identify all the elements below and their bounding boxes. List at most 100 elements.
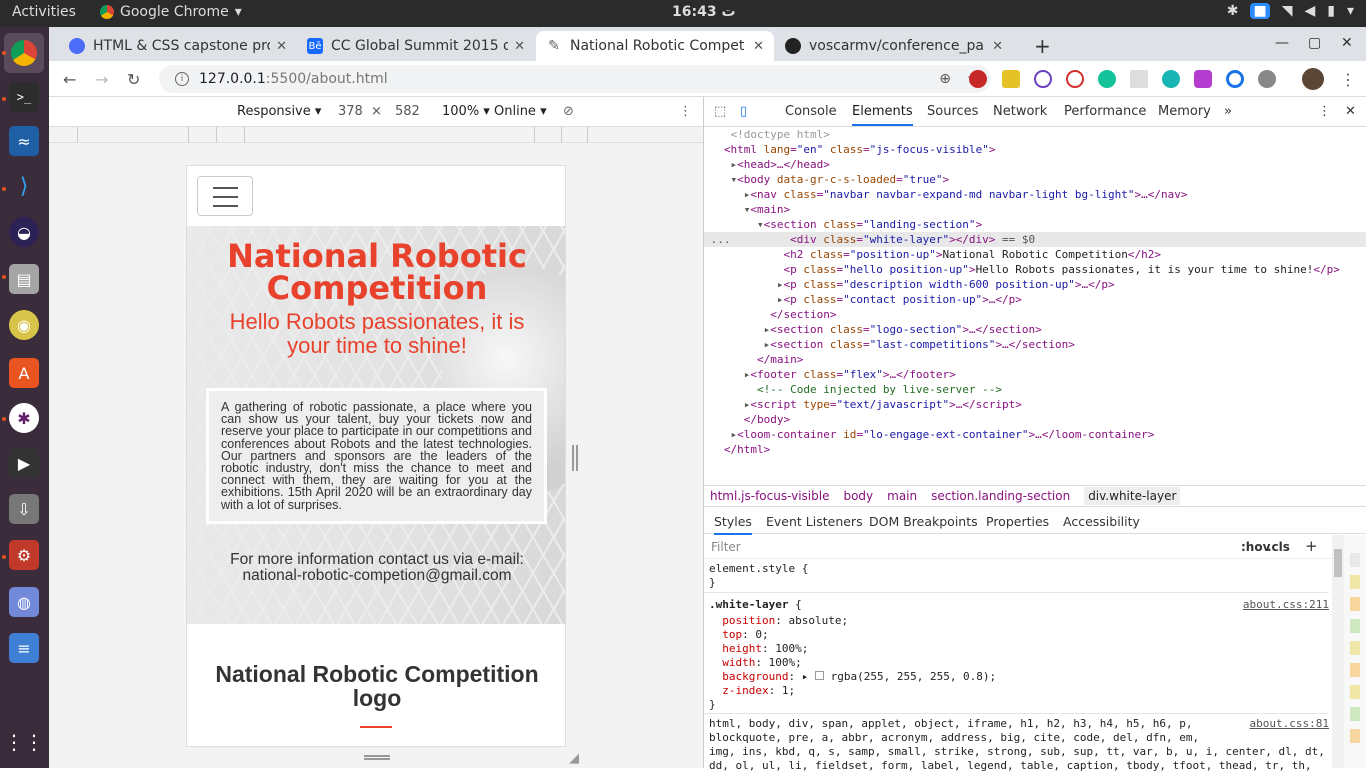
dom-node[interactable]: ▸<p class="contact position-up">…</p> [704,292,1366,307]
breadcrumb-item[interactable]: body [843,489,873,503]
close-icon[interactable]: ✕ [276,39,287,54]
styles-pane[interactable]: element.style { } .white-layer { about.c… [704,560,1329,772]
dom-node[interactable]: ▸<p class="description width-600 positio… [704,277,1366,292]
cls-toggle[interactable]: .cls [1267,540,1290,554]
chrome-menu-icon[interactable]: ⋮ [1340,70,1356,89]
css-source-link[interactable]: about.css:211 [1243,598,1329,612]
settings-tool-icon[interactable]: ⚙ [9,540,39,570]
dom-node[interactable]: ▾<main> [704,202,1366,217]
extension-grid-icon[interactable] [1130,70,1148,88]
dom-node[interactable]: ▸<section class="logo-section">…</sectio… [704,322,1366,337]
dom-node[interactable]: </main> [704,352,1366,367]
network-throttle-select[interactable]: Online ▾ [494,104,547,119]
tab-elements[interactable]: Elements [852,104,913,126]
chrome-dock-icon[interactable] [4,33,44,73]
close-devtools-icon[interactable]: ✕ [1345,104,1356,119]
extension-c-icon[interactable] [1226,70,1244,88]
lastpass-icon[interactable] [1066,70,1084,88]
tab-memory[interactable]: Memory [1158,104,1211,119]
slack-tray-icon[interactable]: ✱ [1227,3,1239,19]
files-icon[interactable]: ▤ [9,264,39,294]
avatar[interactable] [1302,68,1324,90]
navbar-toggler-button[interactable] [197,176,253,216]
more-tabs-icon[interactable]: » [1224,104,1232,119]
text-editor-icon[interactable]: ≡ [9,633,39,663]
tab-accessibility[interactable]: Accessibility [1063,514,1140,529]
eclipse-icon[interactable]: ◒ [9,217,39,247]
wireshark-icon[interactable]: ≈ [9,126,39,156]
vscode-icon[interactable]: ⟩ [9,171,39,201]
extension-m-icon[interactable] [1162,70,1180,88]
zoom-select[interactable]: 100% ▾ [442,104,490,119]
zoom-icon[interactable]: ■ [1250,3,1270,19]
breadcrumb-item-current[interactable]: div.white-layer [1084,487,1181,505]
minimize-icon[interactable]: — [1275,35,1289,51]
hov-toggle[interactable]: :hov [1241,540,1270,554]
dom-node[interactable]: <!-- Code injected by live-server --> [704,382,1366,397]
tab-national-robotic[interactable]: ✎ National Robotic Compet ✕ [536,31,774,61]
dom-node[interactable]: <html lang="en" class="js-focus-visible"… [704,142,1366,157]
dom-node[interactable]: </body> [704,412,1366,427]
dom-node[interactable]: ▸<section class="last-competitions">…</s… [704,337,1366,352]
devtools-menu-icon[interactable]: ⋮ [1318,104,1331,119]
clock[interactable]: 16:43 ت [672,4,736,20]
close-icon[interactable]: ✕ [992,39,1003,54]
maximize-icon[interactable]: ▢ [1308,35,1321,51]
tab-properties[interactable]: Properties [986,514,1049,529]
tab-sources[interactable]: Sources [927,104,978,119]
close-icon[interactable]: ✕ [514,39,525,54]
tab-network[interactable]: Network [993,104,1047,119]
dom-node[interactable]: ▸<head>…</head> [704,157,1366,172]
activities-button[interactable]: Activities [12,4,76,20]
tab-console[interactable]: Console [785,104,837,119]
rhythmbox-icon[interactable]: ◉ [9,310,39,340]
breadcrumb-item[interactable]: html.js-focus-visible [710,489,829,503]
device-width-input[interactable]: 378 [338,104,363,119]
adblock-icon[interactable] [969,70,987,88]
tab-html-css-capstone[interactable]: HTML & CSS capstone pro ✕ [59,31,297,61]
media-query-ruler[interactable] [49,127,703,143]
new-rule-button[interactable]: + [1305,537,1318,555]
address-bar[interactable]: i 127.0.0.1:5500/about.html ⊕ ☆ [159,65,991,93]
info-icon[interactable]: i [175,72,189,86]
css-source-link[interactable]: about.css:81 [1250,717,1329,731]
extension-yellow-icon[interactable] [1002,70,1020,88]
new-tab-button[interactable]: + [1024,31,1061,61]
styles-scrollbar[interactable] [1332,535,1344,768]
dom-node[interactable]: </section> [704,307,1366,322]
filter-input[interactable]: Filter [711,540,1211,554]
dom-tree[interactable]: <!doctype html> <html lang="en" class="j… [704,127,1366,482]
dom-node[interactable]: <h2 class="position-up">National Robotic… [704,247,1366,262]
breadcrumb-item[interactable]: main [887,489,917,503]
zoom-lens-icon[interactable]: ⊕ [939,71,951,87]
dom-node[interactable]: ▸<nav class="navbar navbar-expand-md nav… [704,187,1366,202]
close-icon[interactable]: ✕ [753,39,764,54]
device-mode-select[interactable]: Responsive ▾ [237,104,321,119]
discord-icon[interactable]: ◍ [9,587,39,617]
tab-styles[interactable]: Styles [714,514,752,535]
video-editor-icon[interactable]: ▶ [9,448,39,478]
dom-node[interactable]: ▸<footer class="flex">…</footer> [704,367,1366,382]
dom-node[interactable]: <p class="hello position-up">Hello Robot… [704,262,1366,277]
reload-icon[interactable]: ↻ [127,70,140,89]
software-center-icon[interactable]: A [9,358,39,388]
inspect-element-icon[interactable]: ⬚ [714,104,726,119]
back-icon[interactable]: ← [63,70,76,89]
power-menu-icon[interactable]: ▾ [1347,3,1354,19]
close-window-icon[interactable]: ✕ [1341,35,1353,51]
dom-node[interactable]: ▸<script type="text/javascript">…</scrip… [704,397,1366,412]
forward-icon[interactable]: → [95,70,108,89]
tab-dom-breakpoints[interactable]: DOM Breakpoints [869,514,978,529]
contact-email[interactable]: national-robotic-competion@gmail.com [242,567,511,584]
rotate-icon[interactable]: ⊘ [563,104,574,119]
extension-bug-icon[interactable] [1258,70,1276,88]
tab-voscarmv-conference[interactable]: voscarmv/conference_pa ✕ [775,31,1013,61]
system-tray[interactable]: ✱ ■ ◥ ◀ ▮ ▾ [1227,3,1354,19]
device-toggle-icon[interactable]: ▯ [740,104,747,119]
terminal-icon[interactable]: >_ [9,82,39,112]
device-more-icon[interactable]: ⋮ [679,104,692,119]
tab-event-listeners[interactable]: Event Listeners [766,514,863,529]
resize-handle-bottom[interactable] [364,755,390,760]
resize-corner-icon[interactable]: ◢ [569,751,579,766]
dom-node[interactable]: ▸<loom-container id="lo-engage-ext-conta… [704,427,1366,442]
